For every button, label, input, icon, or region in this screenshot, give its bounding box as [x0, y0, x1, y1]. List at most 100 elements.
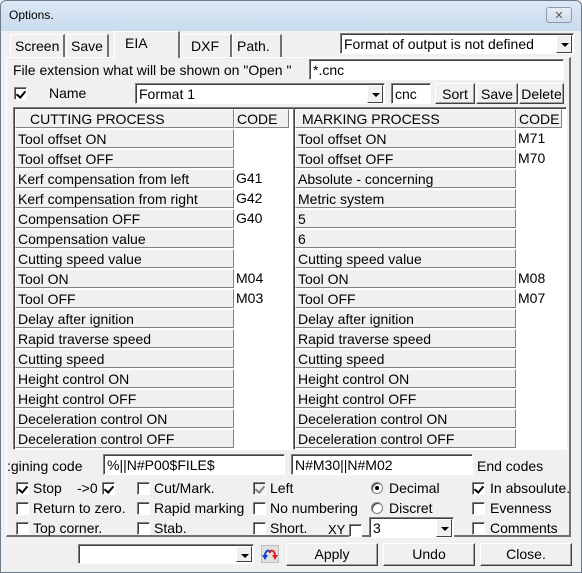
process-name-cell[interactable]: Rapid traverse speed [295, 329, 516, 348]
process-name-cell[interactable]: Cutting speed [295, 349, 516, 368]
process-code-cell[interactable] [234, 409, 289, 428]
decimal-radio[interactable] [371, 482, 383, 494]
process-name-cell[interactable]: Tool offset OFF [295, 149, 516, 168]
process-code-cell[interactable]: M04 [234, 269, 289, 288]
process-code-cell[interactable] [234, 349, 289, 368]
rapid-marking-checkbox[interactable] [137, 502, 150, 515]
process-code-cell[interactable]: M07 [516, 289, 562, 308]
cut-mark-checkbox[interactable] [137, 482, 150, 495]
stop-checkbox[interactable] [16, 482, 29, 495]
discret-radio[interactable] [371, 502, 383, 514]
process-code-cell[interactable] [234, 429, 289, 448]
process-code-cell[interactable] [516, 349, 562, 368]
delete-format-button[interactable]: Delete [519, 83, 564, 104]
process-name-cell[interactable]: Delay after ignition [15, 309, 234, 328]
footer-combo[interactable] [78, 544, 254, 564]
output-format-select[interactable]: Format of output is not defined [340, 33, 574, 54]
process-name-cell[interactable]: Absolute - concerning [295, 169, 516, 188]
short-checkbox[interactable] [253, 522, 266, 535]
process-name-cell[interactable]: Delay after ignition [295, 309, 516, 328]
process-name-cell[interactable]: Height control ON [15, 369, 234, 388]
process-name-cell[interactable]: Deceleration control ON [295, 409, 516, 428]
name-checkbox[interactable] [14, 87, 27, 100]
process-code-cell[interactable] [516, 389, 562, 408]
process-code-cell[interactable]: G41 [234, 169, 289, 188]
process-name-cell[interactable]: Cutting speed value [15, 249, 234, 268]
process-name-cell[interactable]: Cutting speed [15, 349, 234, 368]
process-code-cell[interactable]: M08 [516, 269, 562, 288]
marking-process-grid[interactable]: MARKING PROCESS CODE Tool offset ON M71 To… [293, 107, 567, 450]
process-name-cell[interactable]: Compensation value [15, 229, 234, 248]
process-code-cell[interactable] [516, 329, 562, 348]
process-name-cell[interactable]: Kerf compensation from right [15, 189, 234, 208]
sort-button[interactable]: Sort [435, 83, 475, 104]
process-code-cell[interactable] [516, 169, 562, 188]
process-code-cell[interactable] [234, 329, 289, 348]
format-name-select[interactable]: Format 1 [135, 83, 385, 104]
evenness-checkbox[interactable] [472, 502, 485, 515]
process-code-cell[interactable]: G42 [234, 189, 289, 208]
process-code-cell[interactable] [516, 429, 562, 448]
tab-eia[interactable]: EIA [114, 31, 180, 58]
beginning-code-input[interactable]: %||N#P00$FILE$ [103, 454, 285, 475]
process-name-cell[interactable]: Tool OFF [295, 289, 516, 308]
process-name-cell[interactable]: Tool ON [15, 269, 234, 288]
swap-arrows-icon[interactable] [261, 545, 279, 563]
cutting-process-grid[interactable]: CUTTING PROCESS CODE Tool offset ON Tool … [13, 107, 294, 450]
process-code-cell[interactable] [234, 229, 289, 248]
process-code-cell[interactable]: G40 [234, 209, 289, 228]
process-code-cell[interactable]: M03 [234, 289, 289, 308]
process-code-cell[interactable] [234, 129, 289, 148]
close-button[interactable]: Close. [480, 543, 572, 566]
chevron-down-icon[interactable] [367, 85, 383, 103]
process-code-cell[interactable] [234, 389, 289, 408]
return-to-zero-checkbox[interactable] [16, 502, 29, 515]
process-name-cell[interactable]: Tool offset OFF [15, 149, 234, 168]
process-name-cell[interactable]: Metric system [295, 189, 516, 208]
stab-checkbox[interactable] [137, 522, 150, 535]
process-code-cell[interactable] [516, 369, 562, 388]
process-name-cell[interactable]: Height control OFF [295, 389, 516, 408]
tab-screen[interactable]: Screen [10, 34, 66, 57]
process-code-cell[interactable]: M71 [516, 129, 562, 148]
save-format-button[interactable]: Save [476, 83, 518, 104]
comments-checkbox[interactable] [472, 522, 485, 535]
process-name-cell[interactable]: Cutting speed value [295, 249, 516, 268]
process-name-cell[interactable]: 5 [295, 209, 516, 228]
process-code-cell[interactable] [516, 249, 562, 268]
end-code-input[interactable]: N#M30||N#M02 [291, 454, 473, 475]
process-code-cell[interactable] [234, 149, 289, 168]
chevron-down-icon[interactable] [236, 546, 252, 562]
process-code-cell[interactable] [234, 369, 289, 388]
process-name-cell[interactable]: Height control ON [295, 369, 516, 388]
tab-save[interactable]: Save [66, 34, 109, 57]
tab-path[interactable]: Path. [232, 34, 282, 57]
process-name-cell[interactable]: Tool offset ON [15, 129, 234, 148]
chevron-down-icon[interactable] [556, 35, 572, 53]
process-code-cell[interactable] [516, 229, 562, 248]
process-name-cell[interactable]: Rapid traverse speed [15, 329, 234, 348]
process-name-cell[interactable]: Tool ON [295, 269, 516, 288]
left-checkbox[interactable] [253, 482, 266, 495]
process-code-cell[interactable] [516, 309, 562, 328]
apply-button[interactable]: Apply [286, 543, 378, 566]
process-code-cell[interactable] [234, 249, 289, 268]
process-code-cell[interactable] [516, 189, 562, 208]
top-corner-checkbox[interactable] [16, 522, 29, 535]
xy-checkbox[interactable] [349, 524, 362, 537]
in-absolute-checkbox[interactable] [472, 482, 485, 495]
process-name-cell[interactable]: Deceleration control OFF [15, 429, 234, 448]
process-code-cell[interactable] [516, 409, 562, 428]
precision-select[interactable]: 3 [369, 517, 454, 538]
process-code-cell[interactable] [234, 309, 289, 328]
undo-button[interactable]: Undo [383, 543, 475, 566]
process-name-cell[interactable]: Deceleration control OFF [295, 429, 516, 448]
chevron-down-icon[interactable] [436, 519, 452, 537]
to-zero-checkbox[interactable] [102, 482, 115, 495]
process-name-cell[interactable]: 6 [295, 229, 516, 248]
process-name-cell[interactable]: Kerf compensation from left [15, 169, 234, 188]
process-name-cell[interactable]: Deceleration control ON [15, 409, 234, 428]
process-name-cell[interactable]: Compensation OFF [15, 209, 234, 228]
tab-dxf[interactable]: DXF [180, 34, 232, 57]
process-code-cell[interactable]: M70 [516, 149, 562, 168]
